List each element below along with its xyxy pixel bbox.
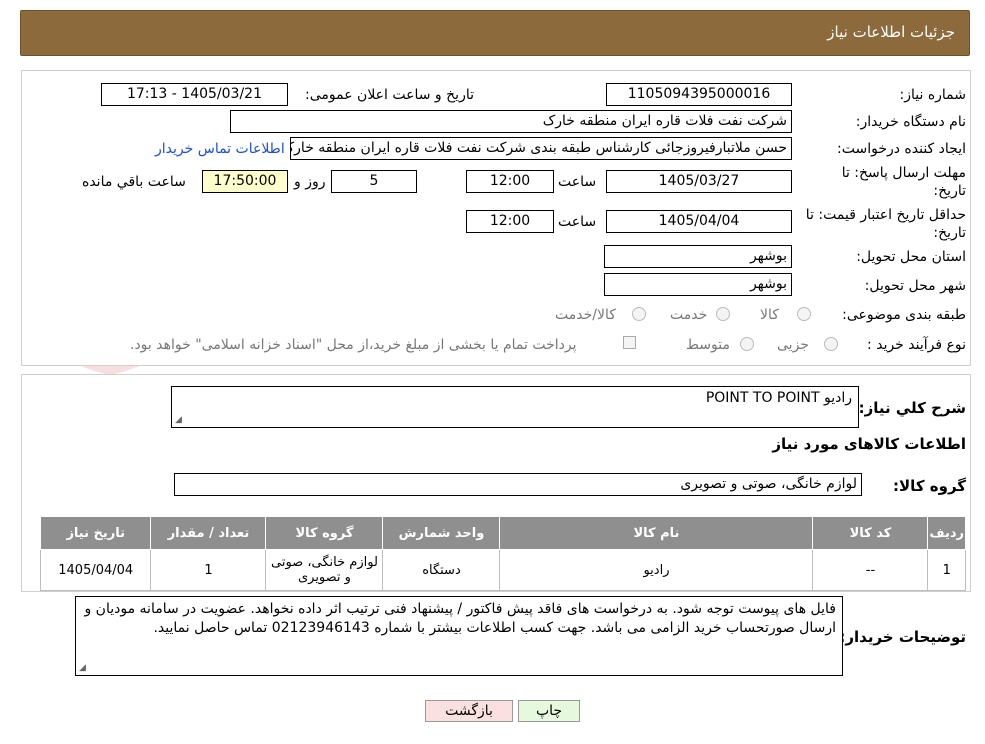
category-radio-service[interactable]: [716, 307, 730, 321]
validity-time-field: 12:00: [466, 210, 554, 233]
cell-group: لوازم خانگی، صوتی و تصویری: [265, 549, 384, 591]
need-number-field: 1105094395000016: [606, 83, 792, 106]
announce-field: 1405/03/21 - 17:13: [101, 83, 288, 106]
process-radio-minor[interactable]: [824, 337, 838, 351]
col-unit: واحد شمارش: [382, 516, 501, 550]
category-radio-goods-service[interactable]: [632, 307, 646, 321]
deadline-label: مهلت ارسال پاسخ: تا تاریخ:: [841, 165, 966, 199]
resize-handle-icon[interactable]: ◢: [175, 415, 182, 425]
category-option-goods: کالا: [760, 307, 779, 323]
notes-text: فایل های پیوست توجه شود. به درخواست های …: [84, 601, 836, 636]
days-field: 5: [331, 170, 417, 193]
cell-code: --: [812, 549, 929, 591]
payment-checkbox[interactable]: [623, 336, 636, 349]
col-code: کد کالا: [812, 516, 929, 550]
col-group: گروه کالا: [265, 516, 384, 550]
category-option-goods-service: کالا/خدمت: [555, 307, 616, 323]
description-text: رادیو POINT TO POINT: [705, 390, 852, 406]
back-button[interactable]: بازگشت: [425, 700, 513, 722]
validity-date-field: 1405/04/04: [606, 210, 792, 233]
deadline-date-field: 1405/03/27: [606, 170, 792, 193]
cell-unit: دستگاه: [382, 549, 501, 591]
remaining-time-field: 17:50:00: [202, 170, 288, 193]
process-option-minor: جزیی: [777, 337, 809, 353]
col-row: ردیف: [927, 516, 966, 550]
category-label: طبقه بندی موضوعی:: [842, 307, 966, 323]
process-radio-medium[interactable]: [740, 337, 754, 351]
category-option-service: خدمت: [670, 307, 708, 323]
notes-label: توضیحات خریدار:: [839, 628, 966, 646]
contact-buyer-link[interactable]: اطلاعات تماس خریدار: [155, 140, 285, 158]
table-row: 1 -- رادیو دستگاه لوازم خانگی، صوتی و تص…: [39, 549, 966, 591]
print-button[interactable]: چاپ: [518, 700, 580, 722]
col-name: نام کالا: [499, 516, 814, 550]
page-title: جزئیات اطلاعات نیاز: [827, 23, 955, 41]
items-table: ردیف کد کالا نام کالا واحد شمارش گروه کا…: [39, 516, 966, 591]
items-heading: اطلاعات کالاهای مورد نياز: [772, 435, 966, 453]
remaining-label: ساعت باقي مانده: [82, 174, 186, 190]
days-label: روز و: [294, 174, 326, 190]
buyer-org-label: نام دستگاه خریدار:: [855, 114, 966, 130]
cell-qty: 1: [150, 549, 267, 591]
description-label: شرح کلي نياز:: [858, 399, 966, 417]
cell-date: 1405/04/04: [39, 549, 152, 591]
creator-label: ایجاد کننده درخواست:: [837, 141, 966, 157]
category-radio-goods[interactable]: [797, 307, 811, 321]
city-field: بوشهر: [604, 273, 792, 296]
col-qty: تعداد / مقدار: [150, 516, 267, 550]
col-date: تاریخ نیاز: [39, 516, 152, 550]
process-label: نوع فرآیند خرید :: [867, 337, 966, 353]
page-header: جزئیات اطلاعات نیاز: [20, 10, 970, 56]
province-label: استان محل تحویل:: [856, 249, 966, 265]
description-field: رادیو POINT TO POINT ◢: [171, 386, 859, 428]
notes-resize-handle-icon[interactable]: ◢: [79, 663, 86, 673]
need-number-label: شماره نیاز:: [899, 87, 967, 103]
city-label: شهر محل تحویل:: [864, 278, 966, 294]
group-field: لوازم خانگی، صوتی و تصویری: [174, 473, 862, 496]
payment-note: پرداخت تمام یا بخشی از مبلغ خرید،از محل …: [130, 337, 577, 353]
announce-label: تاریخ و ساعت اعلان عمومی:: [305, 87, 474, 103]
deadline-time-label: ساعت: [558, 174, 597, 190]
notes-field: فایل های پیوست توجه شود. به درخواست های …: [75, 596, 843, 676]
process-option-medium: متوسط: [686, 337, 730, 353]
deadline-time-field: 12:00: [466, 170, 554, 193]
validity-label: حداقل تاریخ اعتبار قیمت: تا تاریخ:: [805, 207, 966, 241]
province-field: بوشهر: [604, 245, 792, 268]
validity-time-label: ساعت: [558, 214, 597, 230]
creator-field: حسن ملاتبارفیروزجائی کارشناس طبقه بندی ش…: [290, 137, 792, 160]
group-label: گروه کالا:: [893, 477, 966, 495]
cell-name: رادیو: [499, 549, 814, 591]
buyer-org-field: شرکت نفت فلات قاره ایران منطقه خارک: [230, 110, 792, 133]
cell-row: 1: [927, 549, 966, 591]
